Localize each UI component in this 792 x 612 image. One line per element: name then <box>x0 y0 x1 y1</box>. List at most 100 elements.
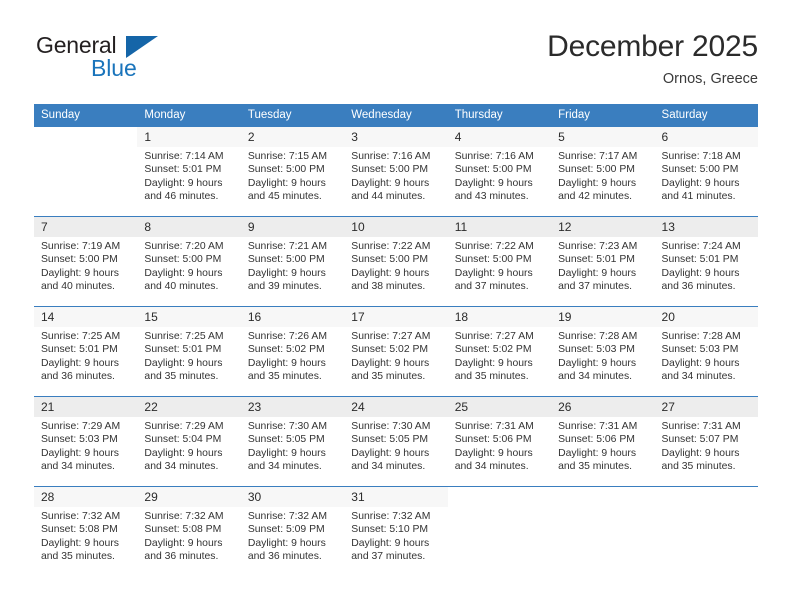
daylight-text-line2: and 36 minutes. <box>247 550 322 562</box>
day-number: 19 <box>551 307 655 327</box>
daylight-text-line1: Daylight: 9 hours <box>41 537 119 549</box>
calendar-day-cell[interactable]: 8 Sunrise: 7:20 AM Sunset: 5:00 PM Daylight… <box>137 217 241 306</box>
sunrise-text: Sunrise: 7:19 AM <box>41 241 121 252</box>
day-details: Sunrise: 7:29 AM Sunset: 5:03 PM Daylight:… <box>34 417 137 473</box>
day-details: Sunrise: 7:23 AM Sunset: 5:01 PM Daylight:… <box>551 237 654 293</box>
daylight-text-line1: Daylight: 9 hours <box>144 177 223 189</box>
daylight-text-line1: Daylight: 9 hours <box>661 267 740 279</box>
day-details: Sunrise: 7:28 AM Sunset: 5:03 PM Daylight:… <box>655 327 758 383</box>
sunset-text: Sunset: 5:00 PM <box>144 254 222 266</box>
daylight-text-line1: Daylight: 9 hours <box>558 177 637 189</box>
day-details: Sunrise: 7:31 AM Sunset: 5:06 PM Daylight:… <box>448 417 551 473</box>
daylight-text-line2: and 37 minutes. <box>558 280 633 292</box>
daylight-text-line2: and 37 minutes. <box>351 550 426 562</box>
sunrise-text: Sunrise: 7:32 AM <box>351 511 431 522</box>
daylight-text-line1: Daylight: 9 hours <box>41 357 119 369</box>
calendar-day-cell[interactable]: 11 Sunrise: 7:22 AM Sunset: 5:00 PM Dayligh… <box>447 217 552 306</box>
sunrise-text: Sunrise: 7:20 AM <box>144 241 224 252</box>
calendar-day-cell[interactable]: 19 Sunrise: 7:28 AM Sunset: 5:03 PM Dayligh… <box>551 307 655 396</box>
general-blue-logo[interactable]: General Blue <box>34 34 214 90</box>
weekday-header-wednesday: Wednesday <box>344 104 448 127</box>
sunrise-text: Sunrise: 7:30 AM <box>351 421 431 432</box>
calendar-body: 1 Sunrise: 7:14 AM Sunset: 5:01 PM Daylight… <box>34 126 758 569</box>
calendar-day-cell[interactable]: 6 Sunrise: 7:18 AM Sunset: 5:00 PM Daylight… <box>654 127 758 216</box>
daylight-text-line2: and 40 minutes. <box>144 280 219 292</box>
calendar-day-cell[interactable]: 13 Sunrise: 7:24 AM Sunset: 5:01 PM Dayligh… <box>654 217 758 306</box>
sunrise-text: Sunrise: 7:15 AM <box>247 151 327 162</box>
daylight-text-line1: Daylight: 9 hours <box>661 177 740 189</box>
calendar-day-cell[interactable]: 26 Sunrise: 7:31 AM Sunset: 5:06 PM Dayligh… <box>551 397 655 486</box>
calendar-day-cell[interactable]: 9 Sunrise: 7:21 AM Sunset: 5:00 PM Daylight… <box>240 217 345 306</box>
daylight-text-line1: Daylight: 9 hours <box>247 267 326 279</box>
calendar-day-cell[interactable]: 4 Sunrise: 7:16 AM Sunset: 5:00 PM Daylight… <box>447 127 552 216</box>
sunrise-text: Sunrise: 7:32 AM <box>144 511 224 522</box>
calendar-day-cell[interactable]: 24 Sunrise: 7:30 AM Sunset: 5:05 PM Dayligh… <box>344 397 448 486</box>
calendar-day-cell[interactable]: 7 Sunrise: 7:19 AM Sunset: 5:00 PM Daylight… <box>34 217 138 306</box>
sunset-text: Sunset: 5:02 PM <box>351 344 429 356</box>
day-details: Sunrise: 7:30 AM Sunset: 5:05 PM Daylight:… <box>241 417 344 473</box>
daylight-text-line1: Daylight: 9 hours <box>454 447 533 459</box>
calendar-day-cell[interactable]: 10 Sunrise: 7:22 AM Sunset: 5:00 PM Dayligh… <box>344 217 448 306</box>
daylight-text-line2: and 35 minutes. <box>661 460 736 472</box>
calendar-day-cell[interactable]: 3 Sunrise: 7:16 AM Sunset: 5:00 PM Daylight… <box>344 127 448 216</box>
calendar-day-cell[interactable]: 20 Sunrise: 7:28 AM Sunset: 5:03 PM Dayligh… <box>654 307 758 396</box>
sunset-text: Sunset: 5:00 PM <box>351 254 429 266</box>
sunrise-text: Sunrise: 7:29 AM <box>41 421 121 432</box>
sunrise-text: Sunrise: 7:30 AM <box>247 421 327 432</box>
weekday-header-tuesday: Tuesday <box>240 104 345 127</box>
daylight-text-line1: Daylight: 9 hours <box>247 177 326 189</box>
calendar-day-cell[interactable]: 16 Sunrise: 7:26 AM Sunset: 5:02 PM Dayligh… <box>240 307 345 396</box>
daylight-text-line2: and 35 minutes. <box>558 460 633 472</box>
day-number: 4 <box>447 127 552 147</box>
calendar-day-cell[interactable]: 2 Sunrise: 7:15 AM Sunset: 5:00 PM Daylight… <box>240 127 345 216</box>
calendar-day-cell[interactable]: 22 Sunrise: 7:29 AM Sunset: 5:04 PM Dayligh… <box>137 397 241 486</box>
sunrise-text: Sunrise: 7:25 AM <box>41 331 121 342</box>
sunset-text: Sunset: 5:06 PM <box>454 434 532 446</box>
calendar-day-cell[interactable]: 25 Sunrise: 7:31 AM Sunset: 5:06 PM Dayligh… <box>447 397 552 486</box>
weekday-header-sunday: Sunday <box>34 104 138 127</box>
daylight-text-line2: and 36 minutes. <box>661 280 736 292</box>
day-number: 8 <box>137 217 241 237</box>
sunset-text: Sunset: 5:01 PM <box>558 254 635 266</box>
calendar-day-cell[interactable]: 28 Sunrise: 7:32 AM Sunset: 5:08 PM Dayligh… <box>34 487 138 569</box>
calendar-day-cell[interactable]: 29 Sunrise: 7:32 AM Sunset: 5:08 PM Dayligh… <box>137 487 241 569</box>
daylight-text-line1: Daylight: 9 hours <box>144 357 223 369</box>
calendar-day-cell[interactable]: 14 Sunrise: 7:25 AM Sunset: 5:01 PM Dayligh… <box>34 307 138 396</box>
calendar-day-cell[interactable]: 18 Sunrise: 7:27 AM Sunset: 5:02 PM Dayligh… <box>447 307 552 396</box>
day-number: 29 <box>137 487 241 507</box>
sunset-text: Sunset: 5:05 PM <box>247 434 325 446</box>
sunset-text: Sunset: 5:03 PM <box>661 344 739 356</box>
sunset-text: Sunset: 5:08 PM <box>41 524 118 536</box>
day-number: 3 <box>344 127 448 147</box>
calendar-day-cell[interactable]: 5 Sunrise: 7:17 AM Sunset: 5:00 PM Daylight… <box>551 127 655 216</box>
calendar-day-cell[interactable]: 12 Sunrise: 7:23 AM Sunset: 5:01 PM Dayligh… <box>551 217 655 306</box>
sunset-text: Sunset: 5:00 PM <box>247 254 325 266</box>
daylight-text-line1: Daylight: 9 hours <box>247 447 326 459</box>
calendar-day-cell[interactable]: 31 Sunrise: 7:32 AM Sunset: 5:10 PM Dayligh… <box>344 487 448 569</box>
calendar-day-cell[interactable]: 21 Sunrise: 7:29 AM Sunset: 5:03 PM Dayligh… <box>34 397 138 486</box>
calendar-day-cell[interactable]: 23 Sunrise: 7:30 AM Sunset: 5:05 PM Dayligh… <box>240 397 345 486</box>
daylight-text-line2: and 34 minutes. <box>41 460 115 472</box>
daylight-text-line1: Daylight: 9 hours <box>351 177 430 189</box>
daylight-text-line1: Daylight: 9 hours <box>41 447 119 459</box>
daylight-text-line2: and 37 minutes. <box>454 280 529 292</box>
calendar-day-cell[interactable]: 27 Sunrise: 7:31 AM Sunset: 5:07 PM Dayligh… <box>654 397 758 486</box>
calendar-day-cell[interactable]: 17 Sunrise: 7:27 AM Sunset: 5:02 PM Dayligh… <box>344 307 448 396</box>
daylight-text-line1: Daylight: 9 hours <box>454 357 533 369</box>
daylight-text-line1: Daylight: 9 hours <box>661 447 740 459</box>
daylight-text-line1: Daylight: 9 hours <box>351 537 430 549</box>
sunrise-text: Sunrise: 7:21 AM <box>247 241 327 252</box>
calendar-day-cell[interactable]: 1 Sunrise: 7:14 AM Sunset: 5:01 PM Daylight… <box>137 127 241 216</box>
calendar-day-cell[interactable]: 30 Sunrise: 7:32 AM Sunset: 5:09 PM Dayligh… <box>240 487 345 569</box>
day-number: 2 <box>240 127 345 147</box>
calendar-page: General Blue December 2025 Ornos, Greece… <box>0 0 792 612</box>
sunset-text: Sunset: 5:00 PM <box>351 164 429 176</box>
sunset-text: Sunset: 5:00 PM <box>558 164 635 176</box>
day-details: Sunrise: 7:17 AM Sunset: 5:00 PM Daylight:… <box>551 147 654 203</box>
day-number: 6 <box>654 127 758 147</box>
sunset-text: Sunset: 5:01 PM <box>661 254 739 266</box>
day-details: Sunrise: 7:25 AM Sunset: 5:01 PM Daylight:… <box>137 327 240 383</box>
daylight-text-line1: Daylight: 9 hours <box>661 357 740 369</box>
day-details: Sunrise: 7:16 AM Sunset: 5:00 PM Daylight:… <box>344 147 447 203</box>
calendar-day-cell[interactable]: 15 Sunrise: 7:25 AM Sunset: 5:01 PM Dayligh… <box>137 307 241 396</box>
